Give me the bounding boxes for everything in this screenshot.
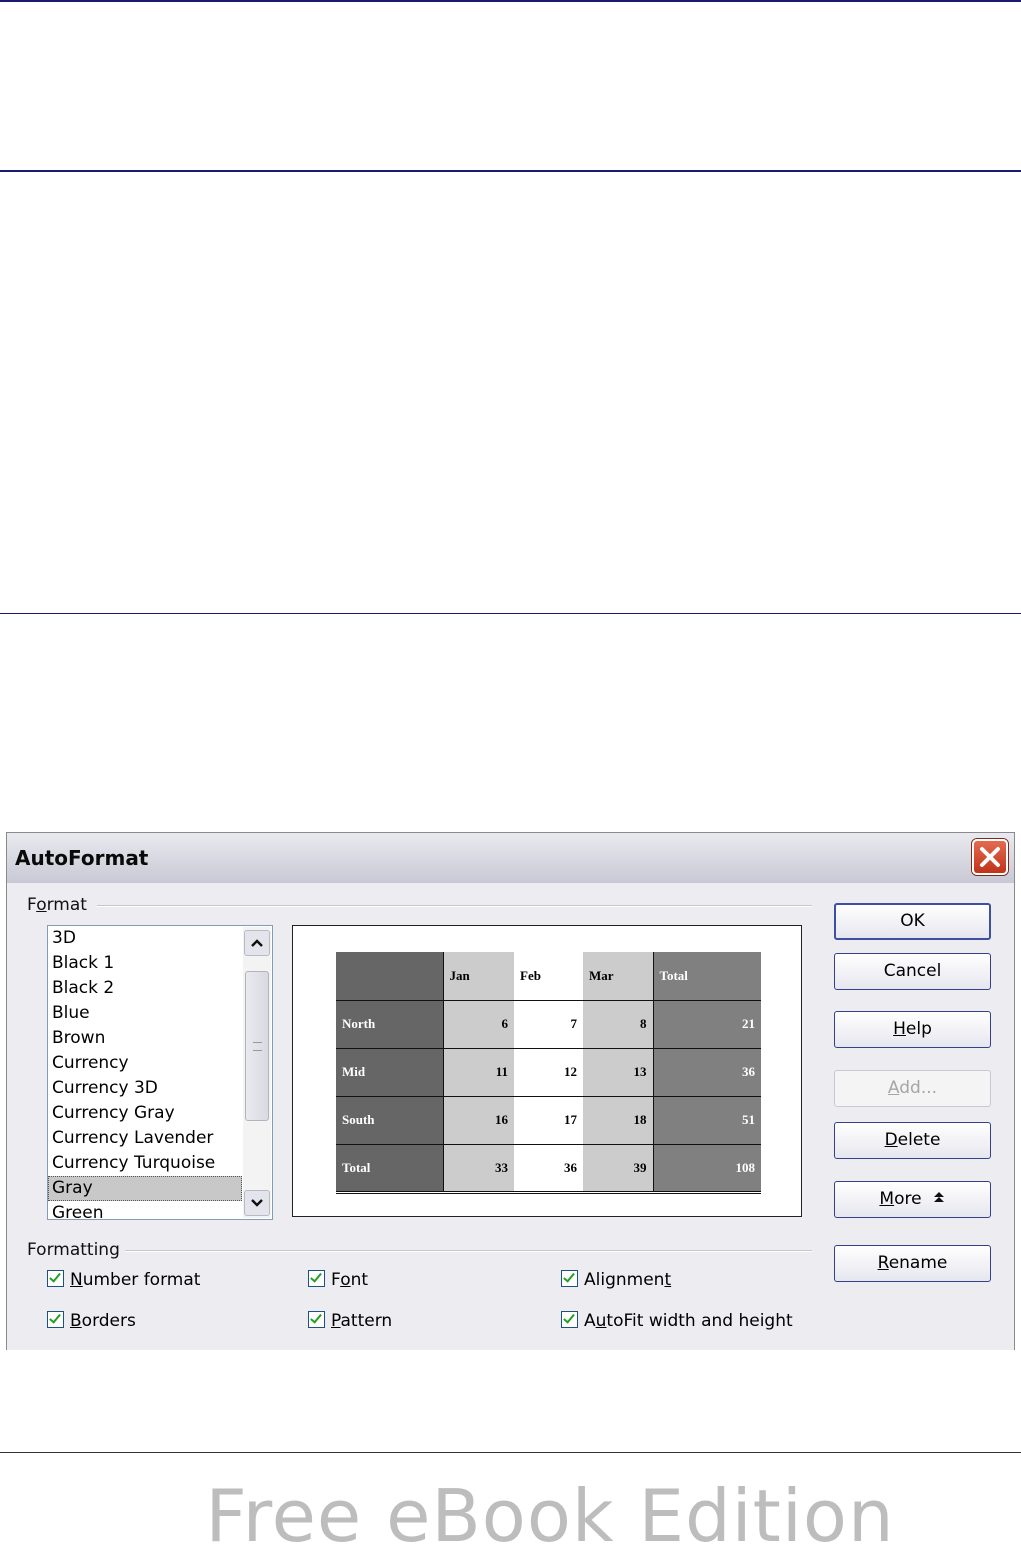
checkmark-icon <box>47 1269 64 1287</box>
formatting-group-line <box>125 1250 812 1252</box>
more-button[interactable]: More <box>834 1181 991 1218</box>
close-button[interactable] <box>972 839 1008 875</box>
chevron-down-icon <box>251 1199 263 1207</box>
preview-row: North 6 7 8 21 <box>336 1000 761 1049</box>
checkmark-icon <box>47 1310 64 1328</box>
preview-cell: Mar <box>583 952 654 1001</box>
pattern-checkbox[interactable]: Pattern <box>308 1310 392 1333</box>
preview-cell: 51 <box>653 1096 761 1145</box>
preview-row: South 16 17 18 51 <box>336 1096 761 1145</box>
preview-cell: 6 <box>443 1000 514 1049</box>
preview-table: Jan Feb Mar Total North 6 7 8 21 Mid 11 … <box>336 952 761 1194</box>
collapse-up-icon <box>932 1182 946 1217</box>
preview-cell: 16 <box>443 1096 514 1145</box>
scroll-thumb[interactable] <box>245 971 269 1121</box>
format-list-item[interactable]: Black 1 <box>48 951 242 976</box>
add-button[interactable]: Add... <box>834 1070 991 1107</box>
page-rule <box>0 170 1021 172</box>
format-list-item[interactable]: Black 2 <box>48 976 242 1001</box>
preview-total-row: Total 33 36 39 108 <box>336 1144 761 1194</box>
format-list-item[interactable]: Green <box>48 1201 242 1219</box>
preview-cell: Jan <box>443 952 514 1001</box>
rename-button[interactable]: Rename <box>834 1245 991 1282</box>
dialog-body: Format 3D Black 1 Black 2 Blue Brown Currency… <box>7 883 1014 1350</box>
watermark-text: Free eBook Edition <box>205 1474 895 1558</box>
footer-rule <box>0 1452 1021 1453</box>
format-list-item[interactable]: Currency 3D <box>48 1076 242 1101</box>
scroll-up-button[interactable] <box>244 930 270 956</box>
preview-cell: Total <box>336 1144 444 1194</box>
preview-cell: 33 <box>443 1144 514 1194</box>
page-rule <box>0 613 1021 614</box>
chevron-up-icon <box>251 939 263 947</box>
preview-cell: 13 <box>583 1048 654 1097</box>
page-rule-top <box>0 0 1021 2</box>
checkmark-icon <box>308 1269 325 1287</box>
format-list: 3D Black 1 Black 2 Blue Brown Currency Currenc… <box>48 926 242 1219</box>
format-group-line <box>97 905 812 907</box>
dialog-title: AutoFormat <box>15 846 149 870</box>
preview-cell: 39 <box>583 1144 654 1194</box>
preview-cell: 18 <box>583 1096 654 1145</box>
preview-cell <box>336 952 444 1001</box>
format-list-item[interactable]: 3D <box>48 926 242 951</box>
number-format-checkbox[interactable]: Number format <box>47 1269 200 1292</box>
preview-cell: 12 <box>514 1048 583 1097</box>
format-preview: Jan Feb Mar Total North 6 7 8 21 Mid 11 … <box>292 925 802 1217</box>
preview-header-row: Jan Feb Mar Total <box>336 952 761 1001</box>
close-icon <box>980 847 1000 867</box>
format-list-item[interactable]: Currency Gray <box>48 1101 242 1126</box>
preview-cell: North <box>336 1000 444 1049</box>
title-bar: AutoFormat <box>7 833 1014 884</box>
format-list-item[interactable]: Currency Turquoise <box>48 1151 242 1176</box>
help-button[interactable]: Help <box>834 1011 991 1048</box>
preview-cell: 8 <box>583 1000 654 1049</box>
preview-cell: 7 <box>514 1000 583 1049</box>
preview-cell: 36 <box>514 1144 583 1194</box>
autoformat-dialog: AutoFormat Format 3D Black 1 Black 2 Blue Br… <box>6 832 1015 1350</box>
format-list-item[interactable]: Currency Lavender <box>48 1126 242 1151</box>
preview-cell: 108 <box>653 1144 761 1194</box>
autofit-checkbox[interactable]: AutoFit width and height <box>561 1310 793 1333</box>
delete-button[interactable]: Delete <box>834 1122 991 1159</box>
format-list-item[interactable]: Gray <box>48 1176 242 1201</box>
format-group-label: Format <box>27 895 87 915</box>
cancel-button[interactable]: Cancel <box>834 953 991 990</box>
preview-cell: 17 <box>514 1096 583 1145</box>
checkmark-icon <box>561 1310 578 1328</box>
preview-cell: 11 <box>443 1048 514 1097</box>
checkmark-icon <box>561 1269 578 1287</box>
borders-checkbox[interactable]: Borders <box>47 1310 136 1333</box>
format-list-item[interactable]: Currency <box>48 1051 242 1076</box>
format-list-item[interactable]: Brown <box>48 1026 242 1051</box>
format-listbox[interactable]: 3D Black 1 Black 2 Blue Brown Currency Currenc… <box>47 925 273 1220</box>
list-scrollbar[interactable] <box>243 927 271 1218</box>
preview-cell: South <box>336 1096 444 1145</box>
preview-cell: Feb <box>514 952 583 1001</box>
grip-icon <box>253 1042 262 1051</box>
preview-row: Mid 11 12 13 36 <box>336 1048 761 1097</box>
ok-button[interactable]: OK <box>834 903 991 940</box>
preview-cell: Mid <box>336 1048 444 1097</box>
format-list-item[interactable]: Blue <box>48 1001 242 1026</box>
font-checkbox[interactable]: Font <box>308 1269 368 1292</box>
checkmark-icon <box>308 1310 325 1328</box>
alignment-checkbox[interactable]: Alignment <box>561 1269 671 1292</box>
formatting-group-label: Formatting <box>27 1240 120 1260</box>
preview-cell: Total <box>653 952 761 1001</box>
preview-cell: 36 <box>653 1048 761 1097</box>
scroll-down-button[interactable] <box>244 1190 270 1216</box>
preview-cell: 21 <box>653 1000 761 1049</box>
